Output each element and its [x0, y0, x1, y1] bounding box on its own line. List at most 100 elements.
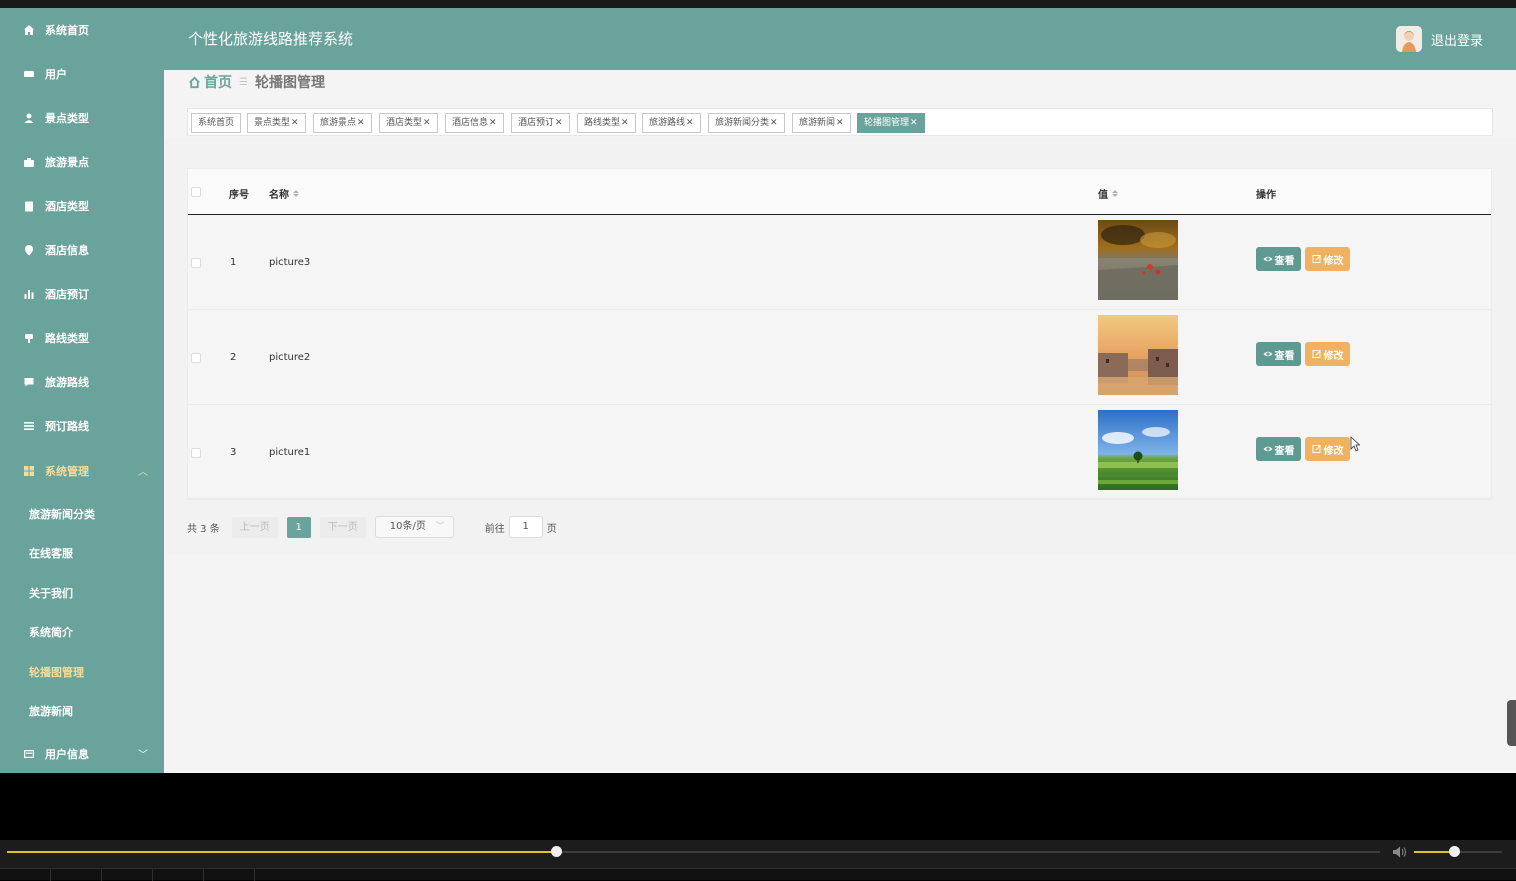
briefcase-icon [22, 155, 36, 169]
select-all-checkbox[interactable] [191, 187, 201, 197]
row-image-green-field-tree[interactable] [1098, 410, 1178, 490]
logout-button[interactable]: 退出登录 [1431, 30, 1483, 49]
tag-hotel-booking[interactable]: 酒店预订✕ [511, 113, 570, 133]
row-name: picture3 [269, 257, 311, 268]
tag-routes[interactable]: 旅游路线✕ [642, 113, 701, 133]
row-checkbox[interactable] [191, 258, 201, 268]
sidebar-item-home[interactable]: 系统首页 [0, 8, 164, 52]
tag-carousel[interactable]: 轮播图管理✕ [857, 113, 925, 133]
tags-view-bar: 系统首页 景点类型✕ 旅游景点✕ 酒店类型✕ 酒店信息✕ 酒店预订✕ 路线类型✕… [187, 108, 1493, 136]
side-scroll-handle[interactable] [1507, 700, 1516, 746]
chevron-down-icon: ﹀ [138, 750, 148, 761]
sort-icon[interactable] [293, 190, 299, 197]
breadcrumb-home[interactable]: 首页 [188, 72, 232, 92]
tag-news-category[interactable]: 旅游新闻分类✕ [708, 113, 785, 133]
close-icon[interactable]: ✕ [291, 118, 299, 128]
seek-progress [7, 851, 557, 853]
sidebar-item-route-booking[interactable]: 预订路线 [0, 404, 164, 448]
sidebar-subitem-carousel[interactable]: 轮播图管理 [0, 652, 164, 692]
header-index-label: 序号 [229, 190, 249, 201]
page-size-value: 10条/页 [389, 521, 426, 532]
close-icon[interactable]: ✕ [423, 118, 431, 128]
row-index: 2 [230, 352, 237, 363]
view-button-label: 查看 [1274, 445, 1295, 457]
sidebar-subitem-news-category[interactable]: 旅游新闻分类 [0, 494, 164, 534]
tag-label: 酒店类型 [386, 118, 423, 128]
sidebar-item-hotel-info[interactable]: 酒店信息 [0, 228, 164, 272]
sidebar-item-spot-types[interactable]: 景点类型 [0, 96, 164, 140]
chevron-up-icon: ︿ [138, 467, 148, 478]
seek-bar[interactable] [7, 846, 1380, 857]
close-icon[interactable]: ✕ [770, 118, 778, 128]
sidebar-subitem-online-service[interactable]: 在线客服 [0, 533, 164, 573]
close-icon[interactable]: ✕ [489, 118, 497, 128]
edit-button-label: 修改 [1323, 350, 1344, 362]
close-icon[interactable]: ✕ [910, 118, 918, 128]
volume-icon[interactable] [1392, 845, 1408, 859]
sidebar-item-routes[interactable]: 旅游路线 [0, 360, 164, 404]
breadcrumb: 首页 ☰ 轮播图管理 [188, 72, 325, 92]
bar-chart-icon [22, 287, 36, 301]
sidebar-subitem-system-intro[interactable]: 系统简介 [0, 612, 164, 652]
sidebar-item-hotel-booking[interactable]: 酒店预订 [0, 272, 164, 316]
tag-hotel-types[interactable]: 酒店类型✕ [379, 113, 438, 133]
volume-slider[interactable] [1414, 846, 1502, 857]
sidebar-subitem-about-us[interactable]: 关于我们 [0, 573, 164, 613]
tag-spot-types[interactable]: 景点类型✕ [247, 113, 306, 133]
pin-icon [22, 331, 36, 345]
sidebar-item-users[interactable]: 用户 [0, 52, 164, 96]
edit-button[interactable]: 修改 [1305, 437, 1350, 461]
next-page-button[interactable]: 下一页 [319, 516, 366, 538]
sidebar-item-spots[interactable]: 旅游景点 [0, 140, 164, 184]
sidebar-item-system-management[interactable]: 系统管理 ︿ [0, 449, 164, 493]
sidebar-item-label: 酒店类型 [45, 200, 89, 213]
id-card-icon [22, 67, 36, 81]
tag-label: 轮播图管理 [864, 118, 910, 128]
prev-page-button[interactable]: 上一页 [231, 516, 278, 538]
sort-icon[interactable] [1112, 190, 1118, 197]
view-button[interactable]: 查看 [1256, 342, 1301, 366]
carousel-table: 序号 名称 值 操作 1 picture3 查看 修改 2 picture2 查… [187, 168, 1492, 500]
avatar[interactable] [1396, 26, 1422, 52]
tag-spots[interactable]: 旅游景点✕ [313, 113, 372, 133]
tag-home[interactable]: 系统首页 [191, 113, 242, 133]
tag-hotel-info[interactable]: 酒店信息✕ [445, 113, 504, 133]
sidebar-item-user-info[interactable]: 用户信息 ﹀ [0, 732, 164, 773]
window-top-edge [0, 0, 1516, 8]
view-button[interactable]: 查看 [1256, 437, 1301, 461]
edit-button[interactable]: 修改 [1305, 342, 1350, 366]
close-icon[interactable]: ✕ [357, 118, 365, 128]
edit-button[interactable]: 修改 [1305, 247, 1350, 271]
row-index: 3 [230, 447, 237, 458]
close-icon[interactable]: ✕ [621, 118, 629, 128]
close-icon[interactable]: ✕ [836, 118, 844, 128]
tag-label: 酒店信息 [452, 118, 489, 128]
row-image-poppy-field[interactable] [1098, 220, 1178, 300]
volume-handle[interactable] [1448, 846, 1460, 857]
page-size-select[interactable]: 10条/页 ﹀ [374, 516, 454, 538]
sidebar-item-hotel-types[interactable]: 酒店类型 [0, 184, 164, 228]
view-button[interactable]: 查看 [1256, 247, 1301, 271]
sidebar-subitem-news[interactable]: 旅游新闻 [0, 691, 164, 731]
sidebar-item-label: 用户信息 [45, 748, 89, 761]
row-name: picture2 [269, 352, 311, 363]
close-icon[interactable]: ✕ [686, 118, 694, 128]
header-value[interactable]: 值 [1098, 186, 1118, 201]
header-name[interactable]: 名称 [269, 186, 299, 201]
row-checkbox[interactable] [191, 353, 201, 363]
goto-page-input[interactable]: 1 [508, 516, 543, 538]
row-image-venice-sunset[interactable] [1098, 315, 1178, 395]
list-icon [22, 419, 36, 433]
header-actions-label: 操作 [1256, 190, 1276, 201]
tag-route-types[interactable]: 路线类型✕ [577, 113, 636, 133]
row-checkbox[interactable] [191, 448, 201, 458]
close-icon[interactable]: ✕ [555, 118, 563, 128]
seek-handle[interactable] [551, 846, 563, 857]
sidebar-subitem-label: 轮播图管理 [29, 666, 84, 679]
tag-news[interactable]: 旅游新闻✕ [792, 113, 851, 133]
sidebar-item-route-types[interactable]: 路线类型 [0, 316, 164, 360]
tag-label: 系统首页 [198, 118, 235, 128]
edit-icon [1312, 350, 1321, 358]
clipboard-icon [22, 199, 36, 213]
page-number-button[interactable]: 1 [286, 516, 311, 538]
